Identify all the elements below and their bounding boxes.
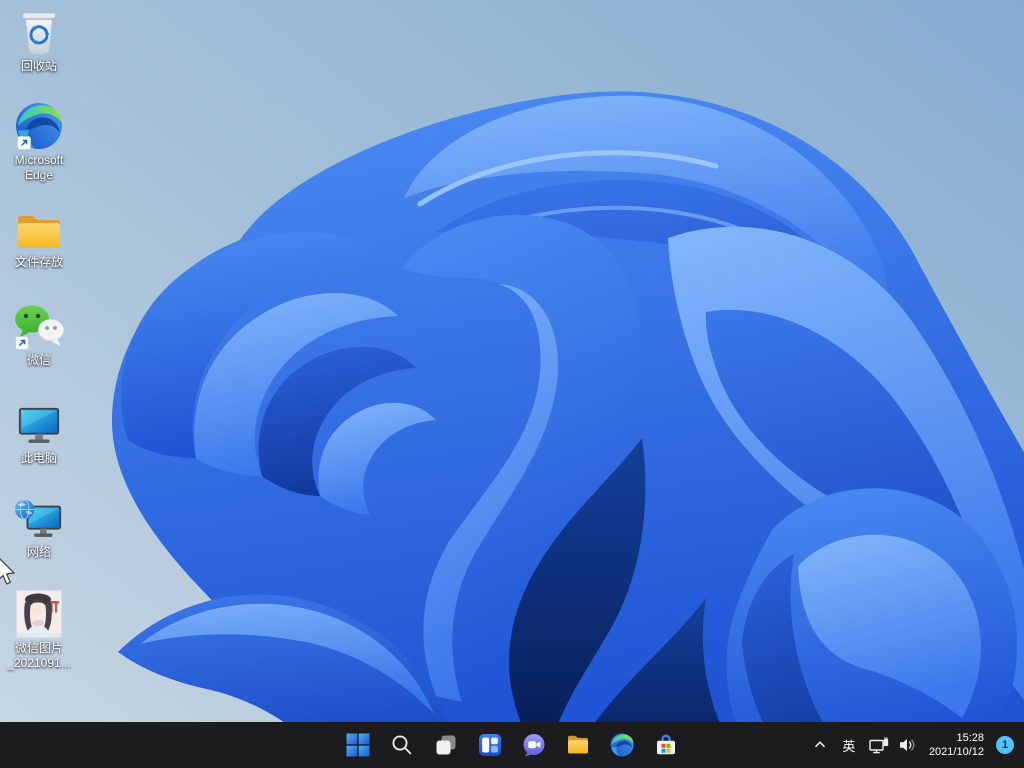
desktop-icon-column: 回收站 Microsoft Edge — [0, 0, 78, 722]
this-pc-icon — [16, 398, 62, 448]
teams-chat-icon — [522, 733, 546, 757]
recycle-bin-icon — [18, 6, 60, 56]
desktop-icon-microsoft-edge[interactable]: Microsoft Edge — [1, 100, 77, 183]
desktop-icon-recycle-bin[interactable]: 回收站 — [1, 6, 77, 74]
edge-button[interactable] — [602, 725, 642, 765]
notification-count-badge[interactable]: 1 — [996, 736, 1014, 754]
tray-chevron-button[interactable] — [806, 725, 834, 765]
icon-label: 网络 — [27, 545, 51, 560]
microsoft-store-icon — [654, 733, 678, 757]
wechat-icon — [13, 300, 65, 350]
icon-label: 文件存放 — [15, 255, 63, 270]
windows-start-icon — [346, 733, 370, 757]
file-explorer-button[interactable] — [558, 725, 598, 765]
chat-button[interactable] — [514, 725, 554, 765]
icon-label: 微信 — [27, 353, 51, 368]
taskbar: 英 15:28 2021/10/12 — [0, 722, 1024, 768]
desktop: 回收站 Microsoft Edge — [0, 0, 1024, 768]
image-thumbnail — [16, 588, 62, 638]
icon-label: 回收站 — [21, 59, 57, 74]
edge-icon — [15, 100, 63, 150]
chevron-up-icon — [812, 737, 828, 753]
speaker-icon — [899, 737, 917, 753]
widgets-button[interactable] — [470, 725, 510, 765]
taskbar-center-group — [338, 722, 686, 768]
desktop-icon-file-storage-folder[interactable]: 文件存放 — [1, 202, 77, 270]
folder-icon — [15, 202, 63, 252]
start-button[interactable] — [338, 725, 378, 765]
clock-time: 15:28 — [956, 731, 984, 745]
microsoft-store-button[interactable] — [646, 725, 686, 765]
task-view-icon — [434, 733, 458, 757]
shortcut-arrow-icon — [15, 336, 29, 350]
input-language-indicator[interactable]: 英 — [834, 725, 864, 765]
desktop-icon-this-pc[interactable]: 此电脑 — [1, 398, 77, 466]
ethernet-network-icon — [869, 737, 890, 754]
edge-browser-icon — [610, 733, 634, 757]
file-explorer-icon — [566, 733, 590, 757]
search-icon — [390, 733, 414, 757]
windows-11-bloom-wallpaper — [0, 0, 1024, 768]
icon-label: Microsoft Edge — [15, 153, 64, 183]
icon-label: 此电脑 — [21, 451, 57, 466]
clock-date: 2021/10/12 — [929, 745, 984, 759]
widgets-icon — [478, 733, 502, 757]
desktop-icon-wechat[interactable]: 微信 — [1, 300, 77, 368]
shortcut-arrow-icon — [17, 136, 31, 150]
clock[interactable]: 15:28 2021/10/12 — [922, 725, 991, 765]
desktop-icon-wechat-image-file[interactable]: 微信图片 _2021091... — [1, 588, 77, 671]
network-icon — [14, 492, 64, 542]
icon-label: 微信图片 _2021091... — [7, 641, 70, 671]
task-view-button[interactable] — [426, 725, 466, 765]
system-tray: 英 15:28 2021/10/12 — [806, 722, 1024, 768]
search-button[interactable] — [382, 725, 422, 765]
desktop-icon-network[interactable]: 网络 — [1, 492, 77, 560]
network-volume-button[interactable] — [864, 725, 922, 765]
